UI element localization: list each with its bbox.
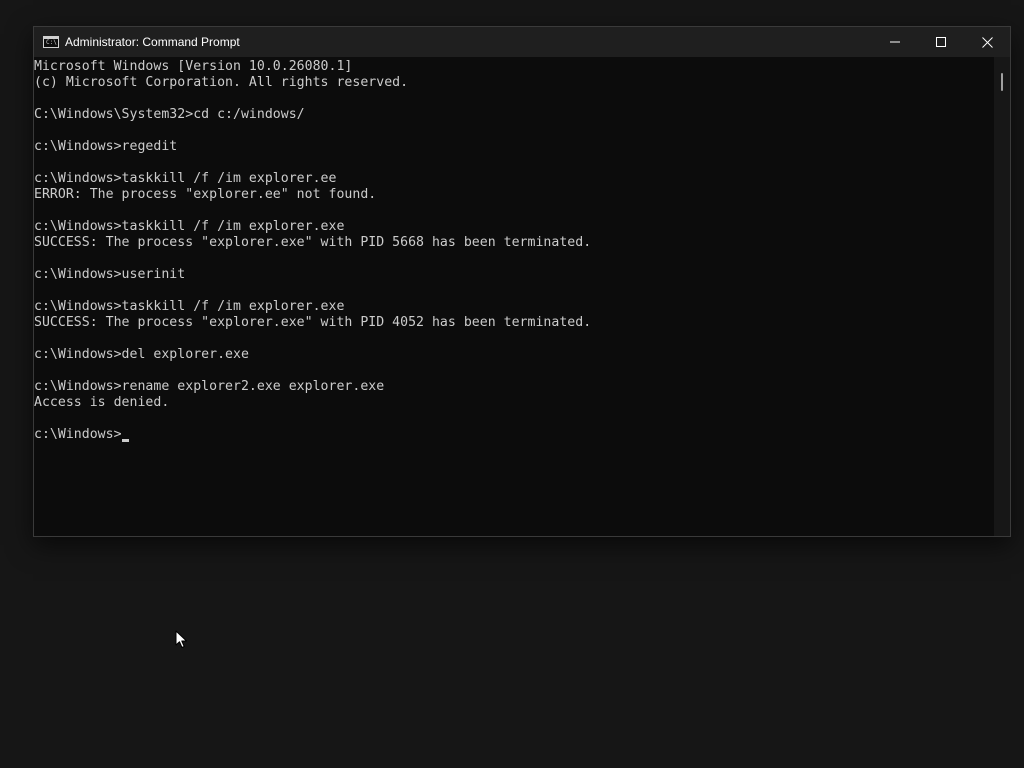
minimize-button[interactable] [872, 27, 918, 57]
command-prompt-window[interactable]: C:\ Administrator: Command Prompt Micros… [33, 26, 1011, 537]
title-bar[interactable]: C:\ Administrator: Command Prompt [34, 27, 1010, 57]
scrollbar-thumb[interactable] [1001, 73, 1003, 91]
command-prompt-icon[interactable]: C:\ [43, 36, 59, 48]
console-line: c:\Windows>userinit [34, 267, 186, 282]
console-line: ERROR: The process "explorer.ee" not fou… [34, 187, 377, 202]
console-line: SUCCESS: The process "explorer.exe" with… [34, 235, 592, 250]
window-title: Administrator: Command Prompt [65, 35, 240, 49]
console-line: (c) Microsoft Corporation. All rights re… [34, 75, 409, 90]
mouse-pointer-icon [175, 630, 187, 648]
command-prompt: c:\Windows> [34, 427, 122, 442]
console-line: c:\Windows>regedit [34, 139, 178, 154]
close-button[interactable] [964, 27, 1010, 57]
console-line: Microsoft Windows [Version 10.0.26080.1] [34, 59, 353, 74]
console-line: c:\Windows>taskkill /f /im explorer.exe [34, 299, 345, 314]
desktop[interactable]: C:\ Administrator: Command Prompt Micros… [0, 0, 1024, 768]
console-line: c:\Windows>del explorer.exe [34, 347, 249, 362]
maximize-icon [936, 37, 946, 47]
console-line: C:\Windows\System32>cd c:/windows/ [34, 107, 305, 122]
console-line: Access is denied. [34, 395, 170, 410]
console-output[interactable]: Microsoft Windows [Version 10.0.26080.1]… [34, 57, 994, 536]
vertical-scrollbar[interactable] [994, 57, 1010, 536]
console-line: c:\Windows>taskkill /f /im explorer.ee [34, 171, 337, 186]
text-cursor [121, 439, 129, 442]
console-line: SUCCESS: The process "explorer.exe" with… [34, 315, 592, 330]
maximize-button[interactable] [918, 27, 964, 57]
command-input-line[interactable]: c:\Windows> [34, 427, 994, 443]
caption-buttons [872, 27, 1010, 57]
console-line: c:\Windows>rename explorer2.exe explorer… [34, 379, 385, 394]
console-line: c:\Windows>taskkill /f /im explorer.exe [34, 219, 345, 234]
minimize-icon [890, 41, 900, 43]
close-icon [981, 36, 993, 48]
